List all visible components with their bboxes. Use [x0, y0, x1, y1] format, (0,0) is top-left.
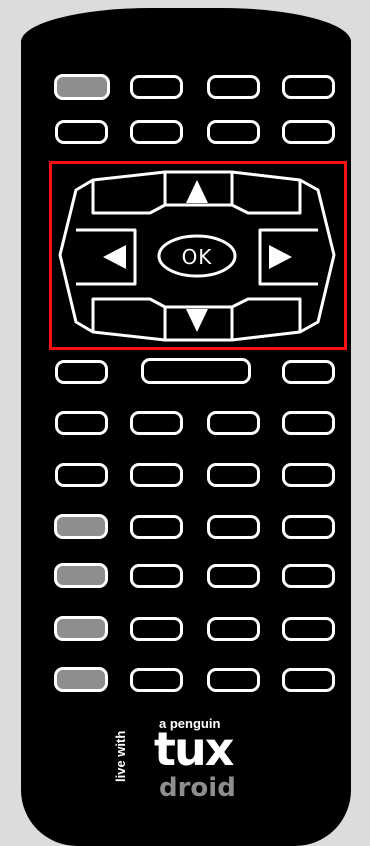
remote-button-r9c4[interactable]	[282, 668, 335, 692]
remote-button-r7c4[interactable]	[282, 564, 335, 588]
remote-button-r6c3[interactable]	[207, 515, 260, 539]
remote-button-r9c3[interactable]	[207, 668, 260, 692]
remote-button-r4c1[interactable]	[55, 411, 108, 435]
remote-button-r4c4[interactable]	[282, 411, 335, 435]
remote-button-r5c4[interactable]	[282, 463, 335, 487]
remote-button-r5c3[interactable]	[207, 463, 260, 487]
remote-button-r7c2[interactable]	[130, 564, 183, 588]
dpad-bottom-right-button[interactable]	[240, 299, 300, 332]
remote-button-r6c4[interactable]	[282, 515, 335, 539]
dpad-down-button[interactable]	[165, 307, 232, 340]
remote-button-r6c2[interactable]	[130, 515, 183, 539]
remote-button-r9c1[interactable]	[54, 667, 108, 692]
remote-button-r5c2[interactable]	[130, 463, 183, 487]
remote-button-r8c4[interactable]	[282, 617, 335, 641]
remote-button-r3-wide[interactable]	[141, 358, 251, 384]
remote-button-r4c3[interactable]	[207, 411, 260, 435]
remote-button-r3c1[interactable]	[55, 360, 108, 384]
remote-button-r8c2[interactable]	[130, 617, 183, 641]
logo-main-text: tux	[154, 722, 234, 776]
dpad-top-right-button[interactable]	[240, 180, 300, 213]
dpad-right-button[interactable]	[260, 230, 318, 284]
remote-button-r8c3[interactable]	[207, 617, 260, 641]
remote-button-r3c4[interactable]	[282, 360, 335, 384]
remote-button-r4c2[interactable]	[130, 411, 183, 435]
dpad-up-button[interactable]	[165, 172, 232, 205]
remote-button-r6c1[interactable]	[54, 514, 108, 539]
logo-sub-text: droid	[159, 773, 236, 803]
remote-button-r9c2[interactable]	[130, 668, 183, 692]
dpad-left-button[interactable]	[76, 230, 135, 284]
dpad-bottom-left-button[interactable]	[93, 299, 153, 332]
dpad-top-left-button[interactable]	[93, 180, 153, 213]
ok-button[interactable]: OK	[163, 240, 231, 274]
remote-button-r5c1[interactable]	[55, 463, 108, 487]
remote-button-r7c3[interactable]	[207, 564, 260, 588]
remote-button-r7c1[interactable]	[54, 563, 108, 588]
remote-button-r8c1[interactable]	[54, 616, 108, 641]
logo-vertical-text: live with	[113, 730, 128, 782]
